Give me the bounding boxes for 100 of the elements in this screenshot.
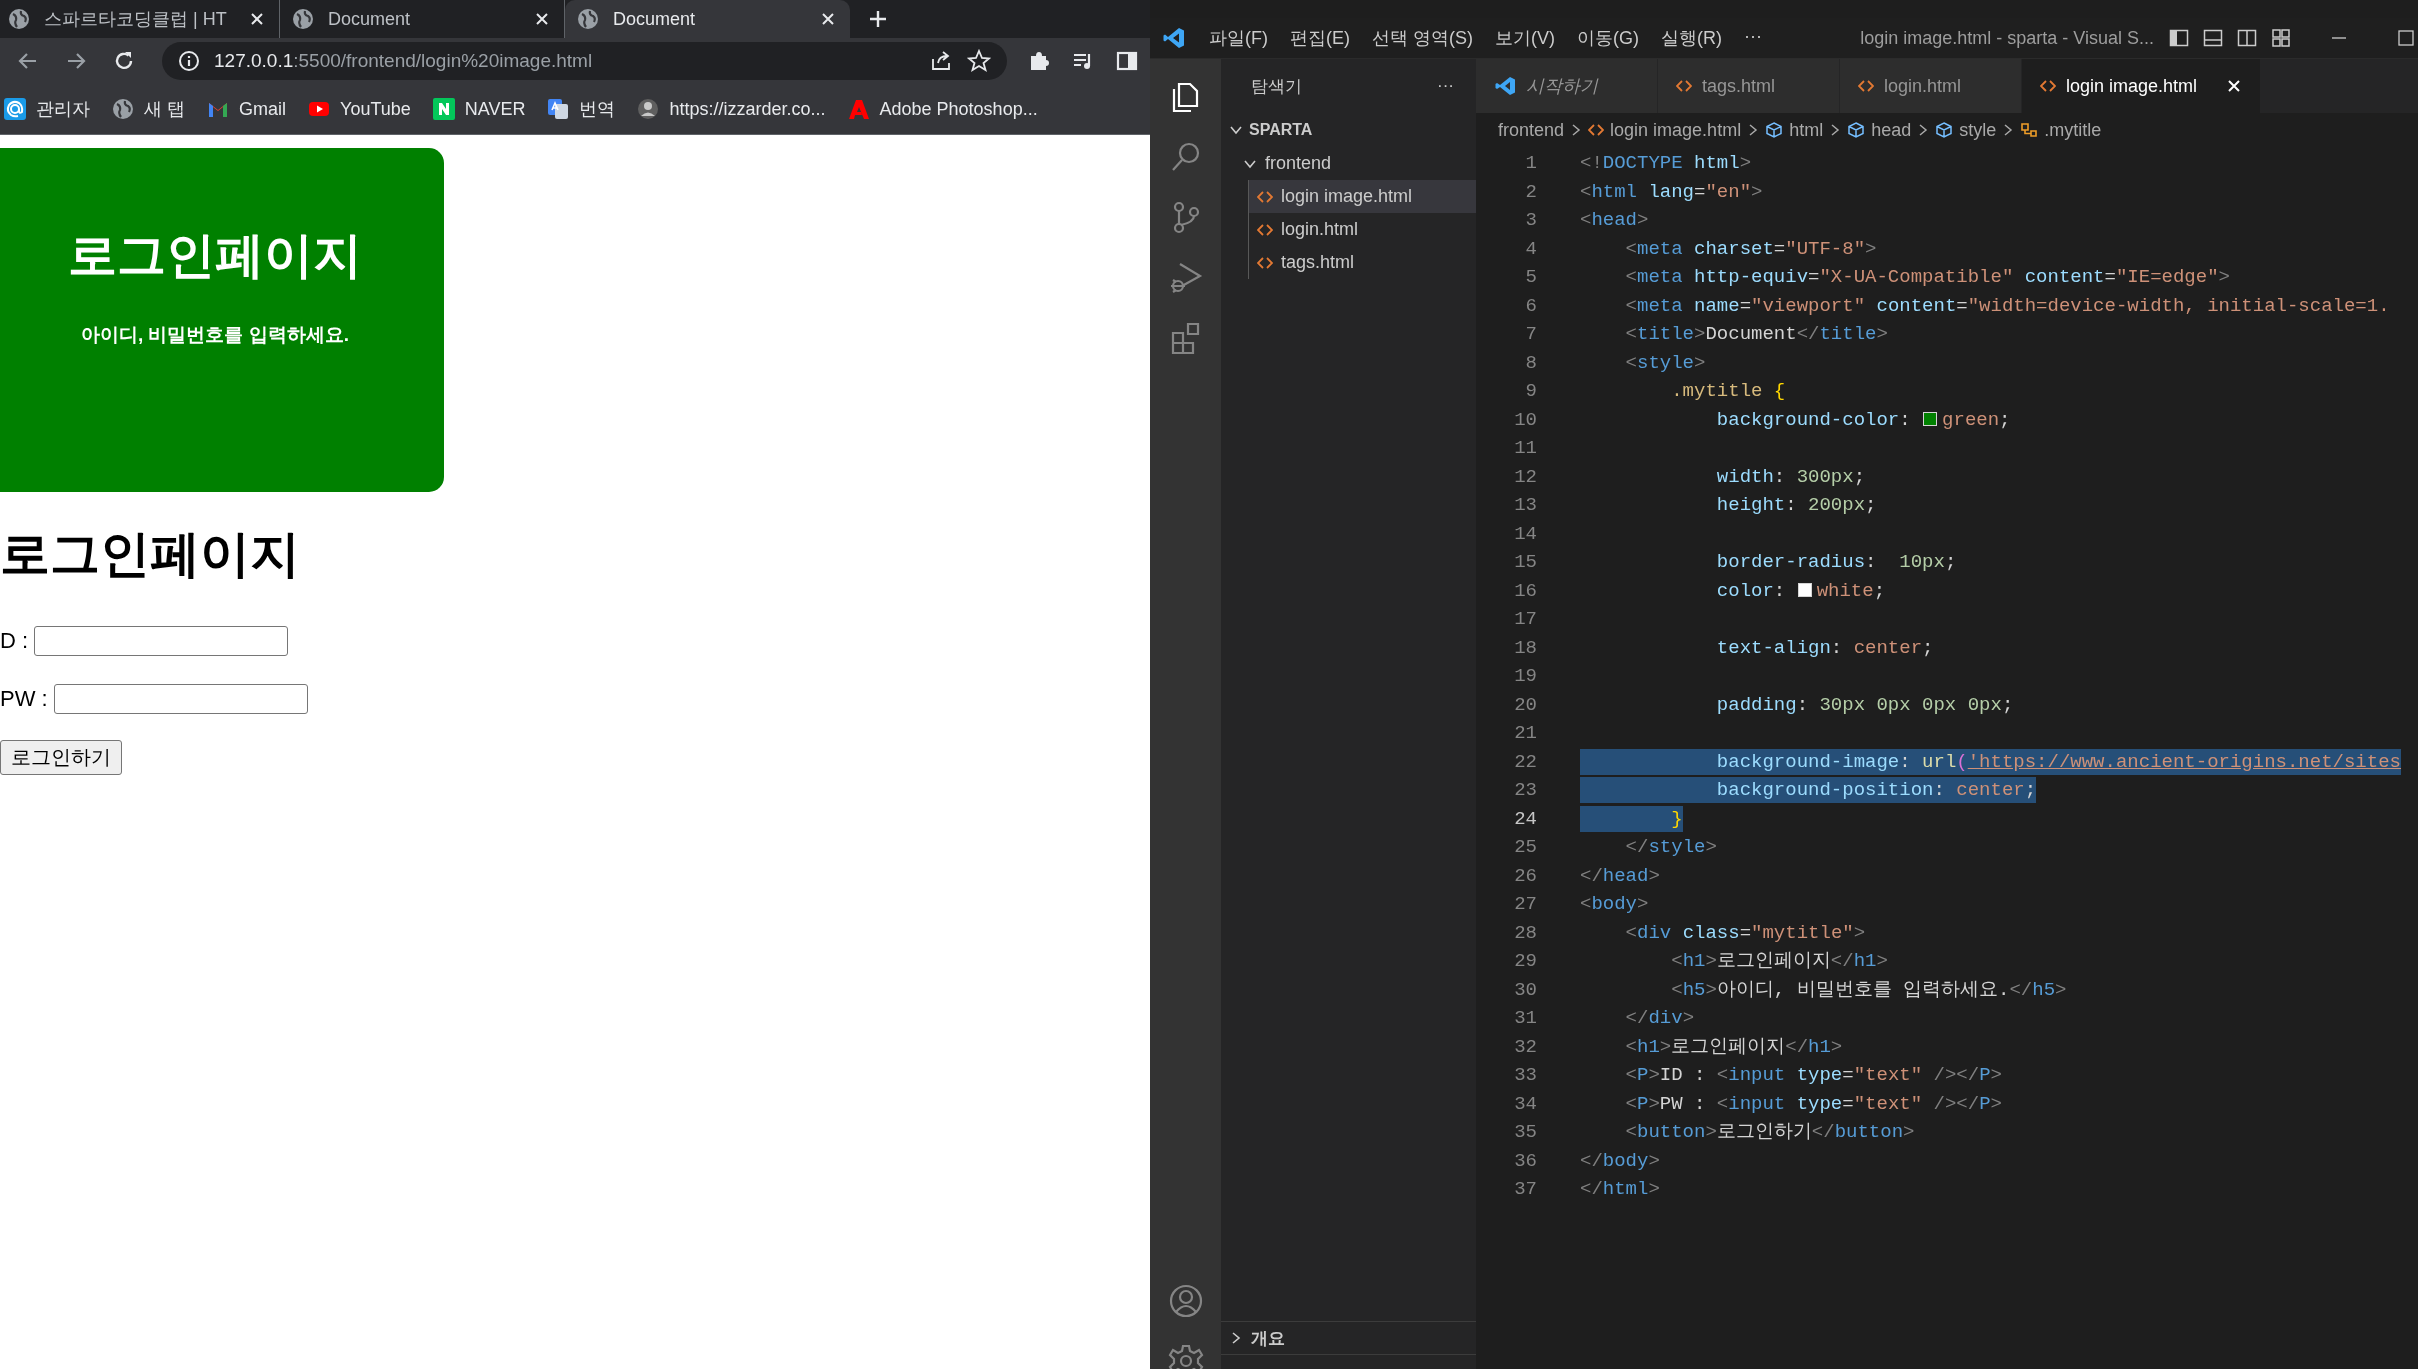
maximize-icon[interactable] xyxy=(2398,30,2414,46)
bookmark[interactable]: 새 탭 xyxy=(112,97,185,121)
bookmark[interactable]: Gmail xyxy=(207,98,287,120)
code-line: <meta http-equiv="X-UA-Compatible" content="IE=edge"> xyxy=(1624,265,2230,291)
line-number: 31 xyxy=(1513,1007,1537,1030)
chevron-icon xyxy=(1747,123,1760,137)
login-button[interactable]: 로그인하기 xyxy=(0,740,122,775)
close-icon[interactable] xyxy=(534,11,550,27)
line-number: 19 xyxy=(1513,665,1537,688)
chevron-icon xyxy=(1829,123,1842,137)
line-number: 28 xyxy=(1513,921,1537,944)
bookmark[interactable]: NAVER xyxy=(432,98,526,120)
breadcrumb-item[interactable]: html xyxy=(1765,119,1824,141)
avatar-icon xyxy=(637,98,660,120)
bookmark[interactable]: 번역 xyxy=(547,97,616,121)
globe-icon xyxy=(577,8,599,30)
layout-icon[interactable] xyxy=(2168,27,2190,49)
side-panel-icon[interactable] xyxy=(1115,49,1139,73)
menu-item[interactable]: 편집(E) xyxy=(1279,26,1361,50)
line-number: 22 xyxy=(1513,750,1537,773)
menu-item[interactable]: 보기(V) xyxy=(1484,26,1566,50)
menu-item[interactable]: 이동(G) xyxy=(1566,26,1650,50)
sidebar-title: 탐색기 xyxy=(1251,75,1302,98)
line-number: 35 xyxy=(1513,1121,1537,1144)
close-icon[interactable] xyxy=(249,11,265,27)
chevron-icon xyxy=(2002,123,2015,137)
letter-n-icon xyxy=(432,98,455,120)
translate-icon xyxy=(547,98,570,120)
layout-icon[interactable] xyxy=(2270,27,2292,49)
code-line: width: 300px; xyxy=(1715,464,1866,490)
menu-item[interactable]: 파일(F) xyxy=(1198,26,1279,50)
breadcrumb-item[interactable]: head xyxy=(1847,119,1912,141)
folder-item[interactable]: frontend xyxy=(1221,147,1476,180)
file-item[interactable]: login.html xyxy=(1249,213,1476,246)
bookmark[interactable]: https://izzarder.co... xyxy=(637,98,826,120)
share-icon[interactable] xyxy=(929,49,953,73)
window-title: login image.html - sparta - Visual S... xyxy=(1860,27,2154,49)
code-line: <body> xyxy=(1580,892,1649,918)
code-line: <P>ID : <input type="text" /></P> xyxy=(1624,1063,2002,1089)
settings-icon[interactable] xyxy=(1167,1343,1204,1369)
breadcrumb-item[interactable]: .mytitle xyxy=(2020,119,2102,141)
field-label: PW : xyxy=(0,686,48,712)
line-number: 7 xyxy=(1524,323,1537,346)
account-icon[interactable] xyxy=(1167,1283,1204,1319)
line-number: 24 xyxy=(1513,807,1537,830)
line-number: 37 xyxy=(1513,1178,1537,1201)
cube-icon xyxy=(1765,121,1784,139)
code-line: color: white; xyxy=(1715,578,1886,604)
code-line: <P>PW : <input type="text" /></P> xyxy=(1624,1091,2002,1117)
browser-tab[interactable]: Document xyxy=(565,0,850,38)
line-number: 15 xyxy=(1513,551,1537,574)
code-line: background-color: green; xyxy=(1715,407,2011,433)
more-actions[interactable]: ··· xyxy=(1437,76,1454,96)
line-number: 30 xyxy=(1513,978,1537,1001)
code-line: border-radius: 10px; xyxy=(1715,550,1957,576)
editor-tab[interactable]: 시작하기 xyxy=(1476,59,1658,113)
line-number: 29 xyxy=(1513,950,1537,973)
field-label: D : xyxy=(0,628,29,654)
line-number: 33 xyxy=(1513,1064,1537,1087)
line-number: 34 xyxy=(1513,1092,1537,1115)
line-number: 21 xyxy=(1513,722,1537,745)
code-file-icon xyxy=(1588,123,1605,137)
code-line: <!DOCTYPE html> xyxy=(1580,151,1752,177)
menu-item[interactable]: 실행(R) xyxy=(1650,26,1733,50)
line-number: 16 xyxy=(1513,579,1537,602)
code-line: <style> xyxy=(1624,350,1706,376)
text-field[interactable] xyxy=(34,626,289,656)
layout-icon[interactable] xyxy=(2236,27,2258,49)
new-tab-icon[interactable] xyxy=(868,9,888,29)
more-menu[interactable]: ··· xyxy=(1733,26,1773,50)
breadcrumb-item[interactable]: frontend xyxy=(1498,119,1565,141)
address-url: 127.0.0.1:5500/frontend/login%20image.html xyxy=(214,50,594,72)
close-icon[interactable] xyxy=(2226,78,2242,94)
file-item[interactable]: tags.html xyxy=(1249,246,1476,279)
code-line: </div> xyxy=(1624,1006,1695,1032)
panel-header[interactable]: 개요 xyxy=(1221,1321,1476,1354)
text-field[interactable] xyxy=(53,684,308,714)
layout-icon[interactable] xyxy=(2202,27,2224,49)
editor-tab[interactable]: tags.html xyxy=(1658,59,1840,113)
code-line: text-align: center; xyxy=(1715,635,1934,661)
close-icon[interactable] xyxy=(820,11,836,27)
line-number: 23 xyxy=(1513,779,1537,802)
bookmark[interactable]: Adobe Photoshop... xyxy=(847,98,1038,120)
code-line: </body> xyxy=(1580,1148,1660,1174)
editor-tab[interactable]: login.html xyxy=(1840,59,2022,113)
star-icon[interactable] xyxy=(967,49,991,73)
info-icon xyxy=(178,50,200,72)
menu-item[interactable]: 선택 영역(S) xyxy=(1361,26,1484,50)
line-number: 18 xyxy=(1513,636,1537,659)
vscode-logo-icon xyxy=(1162,26,1186,50)
line-number: 3 xyxy=(1524,209,1537,232)
editor-tab[interactable]: login image.html xyxy=(2022,59,2261,113)
section-header[interactable]: SPARTA xyxy=(1221,113,1476,147)
breadcrumb-item[interactable]: style xyxy=(1935,119,1997,141)
bookmark[interactable]: YouTube xyxy=(308,98,411,120)
file-item[interactable]: login image.html xyxy=(1249,180,1476,213)
breadcrumb-item[interactable]: login image.html xyxy=(1588,119,1742,141)
bookmark[interactable]: 관리자 xyxy=(4,97,90,121)
code-line: </style> xyxy=(1624,835,1717,861)
line-number: 17 xyxy=(1513,608,1537,631)
